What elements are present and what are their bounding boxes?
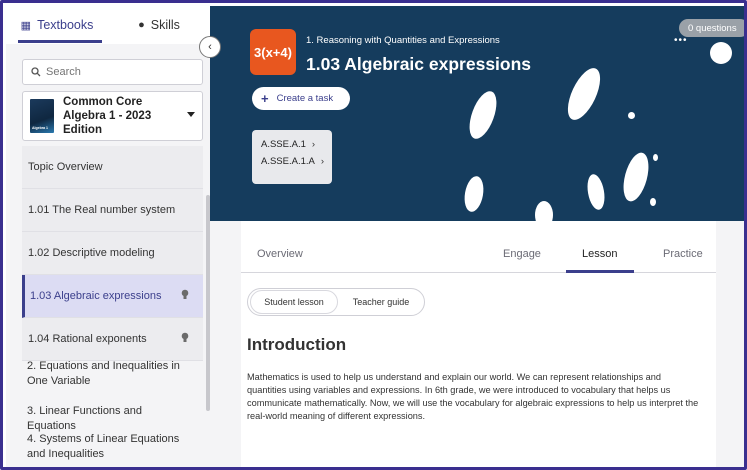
- skills-icon: ●: [138, 19, 145, 31]
- create-task-label: Create a task: [276, 93, 334, 104]
- decorative-shape: [462, 174, 486, 214]
- collapse-sidebar-button[interactable]: ‹: [199, 36, 221, 58]
- tab-engage[interactable]: Engage: [503, 248, 541, 260]
- topic-item-1-03[interactable]: 1.03 Algebraic expressions: [22, 275, 203, 318]
- decorative-shape: [628, 112, 635, 119]
- lesson-icon: 3(x+4): [250, 29, 296, 75]
- topic-label: Topic Overview: [28, 161, 103, 173]
- chevron-left-icon: ‹: [208, 41, 212, 53]
- section-heading: Introduction: [247, 335, 347, 354]
- section-body: Mathematics is used to help us understan…: [247, 372, 699, 421]
- app-window: ▦ Textbooks ● Skills Algebra 1 Common Co…: [0, 0, 747, 470]
- topic-item-overview[interactable]: Topic Overview: [22, 146, 203, 189]
- decorative-shape: [464, 87, 502, 143]
- book-cover-text: Algebra 1: [32, 126, 48, 130]
- decorative-shape: [653, 154, 658, 161]
- book-icon: ▦: [20, 19, 32, 32]
- book-title: Common Core Algebra 1 - 2023 Edition: [63, 96, 152, 136]
- tab-textbooks[interactable]: ▦ Textbooks: [6, 6, 108, 44]
- textbook-selector[interactable]: Algebra 1 Common Core Algebra 1 - 2023 E…: [22, 91, 203, 141]
- decorative-shape: [561, 63, 607, 125]
- sidebar-tabs: ▦ Textbooks ● Skills: [6, 6, 210, 44]
- lightbulb-icon: [181, 289, 189, 303]
- questions-badge: 0 questions: [679, 19, 744, 37]
- topic-item-1-01[interactable]: 1.01 The Real number system: [22, 189, 203, 232]
- lesson-hero-banner: 3(x+4) 1. Reasoning with Quantities and …: [210, 6, 744, 221]
- active-tab-underline: [18, 40, 102, 43]
- chapter-item-2[interactable]: 2. Equations and Inequalities in One Var…: [9, 355, 203, 393]
- decorative-shape: [710, 42, 732, 64]
- lesson-view-toggle: Student lesson Teacher guide: [247, 288, 425, 316]
- tab-textbooks-label: Textbooks: [37, 18, 94, 32]
- tab-lesson[interactable]: Lesson: [582, 248, 617, 260]
- search-field[interactable]: [22, 59, 203, 85]
- standards-box: A.SSE.A.1 › A.SSE.A.1.A ›: [252, 130, 332, 184]
- topic-list: Topic Overview 1.01 The Real number syst…: [22, 146, 203, 361]
- decorative-shape: [650, 198, 656, 206]
- lightbulb-icon: [181, 332, 189, 346]
- tab-overview[interactable]: Overview: [257, 248, 303, 260]
- student-lesson-button[interactable]: Student lesson: [250, 290, 338, 314]
- chevron-right-icon: ›: [320, 156, 325, 167]
- search-input[interactable]: [46, 66, 196, 78]
- search-icon: [31, 67, 41, 77]
- lesson-panel: Overview Engage Lesson Practice Student …: [241, 221, 716, 467]
- teacher-guide-button[interactable]: Teacher guide: [338, 289, 424, 315]
- chevron-right-icon: ›: [311, 139, 316, 150]
- topic-label: 1.03 Algebraic expressions: [30, 290, 162, 302]
- standard-link[interactable]: A.SSE.A.1 ›: [261, 139, 332, 156]
- hero-chapter-label: 1. Reasoning with Quantities and Express…: [306, 35, 500, 46]
- chevron-down-icon: [187, 112, 195, 117]
- sidebar: ▦ Textbooks ● Skills Algebra 1 Common Co…: [6, 6, 210, 467]
- tab-practice[interactable]: Practice: [663, 248, 703, 260]
- tab-skills[interactable]: ● Skills: [108, 6, 210, 44]
- more-options-icon[interactable]: •••: [674, 35, 688, 46]
- plus-icon: +: [261, 91, 269, 106]
- decorative-shape: [535, 201, 553, 221]
- topic-label: 1.01 The Real number system: [28, 204, 176, 216]
- lesson-content: Overview Engage Lesson Practice Student …: [210, 221, 744, 467]
- standard-link[interactable]: A.SSE.A.1.A ›: [261, 156, 332, 173]
- topic-label: 1.04 Rational exponents: [28, 333, 147, 345]
- topic-label: 1.02 Descriptive modeling: [28, 247, 155, 259]
- chapter-item-4[interactable]: 4. Systems of Linear Equations and Inequ…: [9, 428, 203, 466]
- active-tab-underline: [566, 270, 634, 273]
- page-title: 1.03 Algebraic expressions: [306, 54, 532, 74]
- lesson-tabs: Overview Engage Lesson Practice: [241, 221, 716, 273]
- tab-skills-label: Skills: [150, 18, 180, 32]
- create-task-button[interactable]: + Create a task: [252, 87, 350, 110]
- decorative-shape: [584, 172, 608, 212]
- book-cover-image: Algebra 1: [30, 99, 54, 133]
- decorative-shape: [618, 150, 654, 204]
- topic-item-1-02[interactable]: 1.02 Descriptive modeling: [22, 232, 203, 275]
